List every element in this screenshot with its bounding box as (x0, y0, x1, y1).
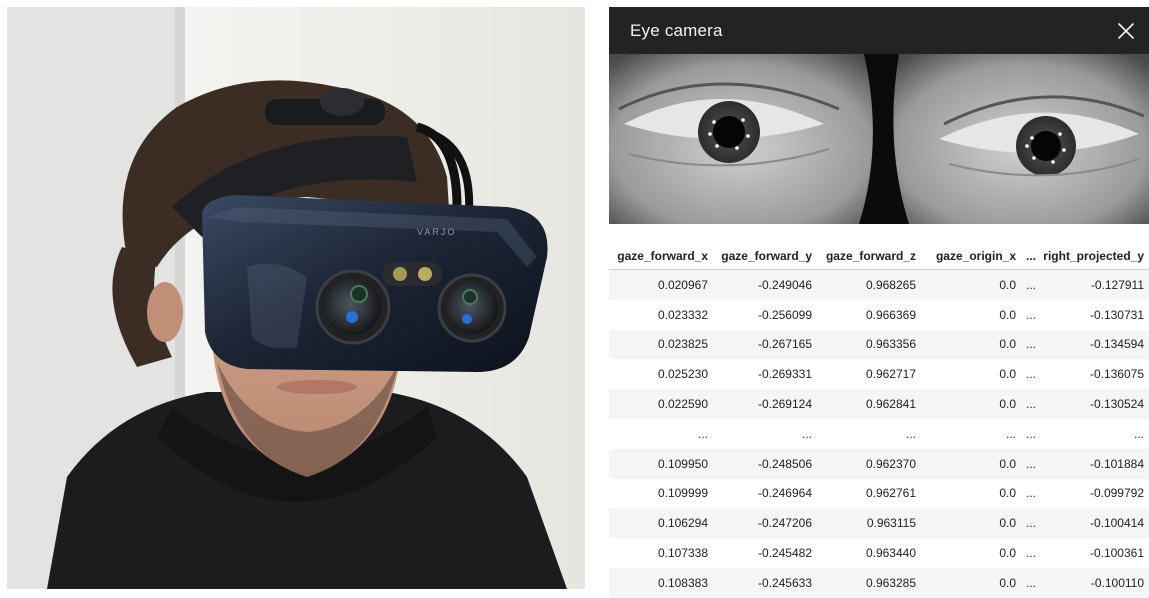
table-cell: -0.267165 (713, 329, 817, 360)
table-cell: 0.107338 (657, 546, 708, 561)
right-eye-image (893, 54, 1149, 224)
table-cell: ... (1025, 486, 1036, 501)
table-row: 0.109999 -0.246964 0.962761 0.0... -0.099792 (609, 479, 1149, 509)
table-header-row: gaze_forward_x gaze_forward_y gaze_forwa… (609, 243, 1149, 270)
table-cell: ... (1021, 448, 1041, 479)
eye-camera-title: Eye camera (630, 20, 723, 40)
gaze-data-table: gaze_forward_x gaze_forward_y gaze_forwa… (609, 243, 1149, 598)
table-cell: -0.100361 (1089, 546, 1144, 561)
table-row: 0.109950 -0.248506 0.962370 0.0... -0.101884 (609, 448, 1149, 479)
table-row: 0.023825 -0.267165 0.963356 0.0... -0.134594 (609, 329, 1149, 360)
table-cell: 0.0 (999, 486, 1016, 501)
table-cell: -0.245482 (757, 546, 812, 561)
table-cell: 0.0 (921, 508, 1021, 539)
left-eye-image (609, 54, 873, 224)
table-cell: 0.023825 (609, 329, 713, 360)
table-cell: -0.269124 (713, 389, 817, 419)
table-cell: ... (697, 426, 708, 441)
table-cell: ... (1025, 546, 1036, 561)
table-cell: -0.100414 (1041, 508, 1149, 539)
table-cell: ... (1021, 329, 1041, 360)
column-header: gaze_forward_x (609, 243, 713, 270)
table-cell: 0.106294 (609, 508, 713, 539)
table-cell: -0.256099 (757, 307, 812, 322)
table-row: 0.108383 -0.245633 0.963285 0.0... -0.100110 (609, 567, 1149, 598)
eye-camera-feed (609, 54, 1149, 224)
table-cell: 0.109999 (657, 486, 708, 501)
table-cell: 0.0 (921, 567, 1021, 598)
table-cell: -0.134594 (1041, 329, 1149, 360)
table-cell: -0.248506 (713, 448, 817, 479)
table-cell: -0.247206 (713, 508, 817, 539)
table-cell: 0.108383 (609, 567, 713, 598)
table-cell: 0.963285 (817, 567, 921, 598)
table-cell: -0.100110 (1041, 567, 1149, 598)
table-cell: ... (1021, 508, 1041, 539)
table-cell: -0.136075 (1089, 367, 1144, 382)
table-cell: ... (1025, 426, 1036, 441)
table-cell: 0.0 (921, 389, 1021, 419)
column-header: right_projected_y (1041, 243, 1149, 270)
table-row: 0.023332 -0.256099 0.966369 0.0... -0.130731 (609, 300, 1149, 330)
table-cell: ... (1021, 389, 1041, 419)
table-cell: -0.130731 (1089, 307, 1144, 322)
table-row: 0.022590 -0.269124 0.962841 0.0... -0.130524 (609, 389, 1149, 419)
headset-brand-label: VARJO (417, 227, 456, 237)
table-row: 0.020967 -0.249046 0.968265 0.0... -0.127911 (609, 269, 1149, 300)
table-cell: 0.022590 (609, 389, 713, 419)
column-header: ... (1021, 243, 1041, 270)
eye-camera-titlebar: Eye camera (609, 7, 1149, 54)
column-header: gaze_forward_y (713, 243, 817, 270)
table-row: 0.025230 -0.269331 0.962717 0.0... -0.136075 (609, 359, 1149, 389)
table-row: 0.107338 -0.245482 0.963440 0.0... -0.100361 (609, 538, 1149, 568)
table-cell: ... (905, 426, 916, 441)
table-cell: ... (1021, 269, 1041, 300)
table-cell: 0.020967 (609, 269, 713, 300)
column-header: gaze_forward_z (817, 243, 921, 270)
table-cell: 0.962761 (865, 486, 916, 501)
table-cell: 0.968265 (817, 269, 921, 300)
close-icon (1118, 22, 1134, 39)
table-cell: -0.099792 (1089, 486, 1144, 501)
table-cell: ... (1021, 567, 1041, 598)
column-header: gaze_origin_x (921, 243, 1021, 270)
table-cell: 0.0 (999, 546, 1016, 561)
table-cell: 0.963115 (817, 508, 921, 539)
table-cell: -0.127911 (1041, 269, 1149, 300)
table-row: .................. (609, 419, 1149, 449)
table-cell: ... (1025, 367, 1036, 382)
table-row: 0.106294 -0.247206 0.963115 0.0... -0.100414 (609, 508, 1149, 539)
table-cell: ... (801, 426, 812, 441)
table-cell: -0.245633 (713, 567, 817, 598)
table-cell: 0.962841 (817, 389, 921, 419)
eye-camera-panel: Eye camera gaze_forward_x gaze_forward_y… (609, 7, 1149, 598)
table-cell: 0.962717 (865, 367, 916, 382)
table-cell: 0.962370 (817, 448, 921, 479)
table-cell: 0.0 (921, 269, 1021, 300)
headset-photo: VARJO (7, 7, 585, 589)
table-cell: 0.023332 (657, 307, 708, 322)
table-cell: 0.109950 (609, 448, 713, 479)
table-cell: ... (1133, 426, 1144, 441)
table-cell: ... (1025, 307, 1036, 322)
close-button[interactable] (1111, 16, 1141, 46)
table-cell: -0.249046 (713, 269, 817, 300)
table-cell: ... (1005, 426, 1016, 441)
table-cell: 0.025230 (657, 367, 708, 382)
table-cell: -0.130524 (1041, 389, 1149, 419)
table-cell: -0.269331 (757, 367, 812, 382)
table-cell: 0.963440 (865, 546, 916, 561)
table-cell: 0.0 (999, 367, 1016, 382)
table-cell: 0.963356 (817, 329, 921, 360)
table-cell: 0.966369 (865, 307, 916, 322)
table-cell: 0.0 (999, 307, 1016, 322)
table-cell: 0.0 (921, 329, 1021, 360)
table-cell: 0.0 (921, 448, 1021, 479)
table-cell: -0.246964 (757, 486, 812, 501)
table-cell: -0.101884 (1041, 448, 1149, 479)
